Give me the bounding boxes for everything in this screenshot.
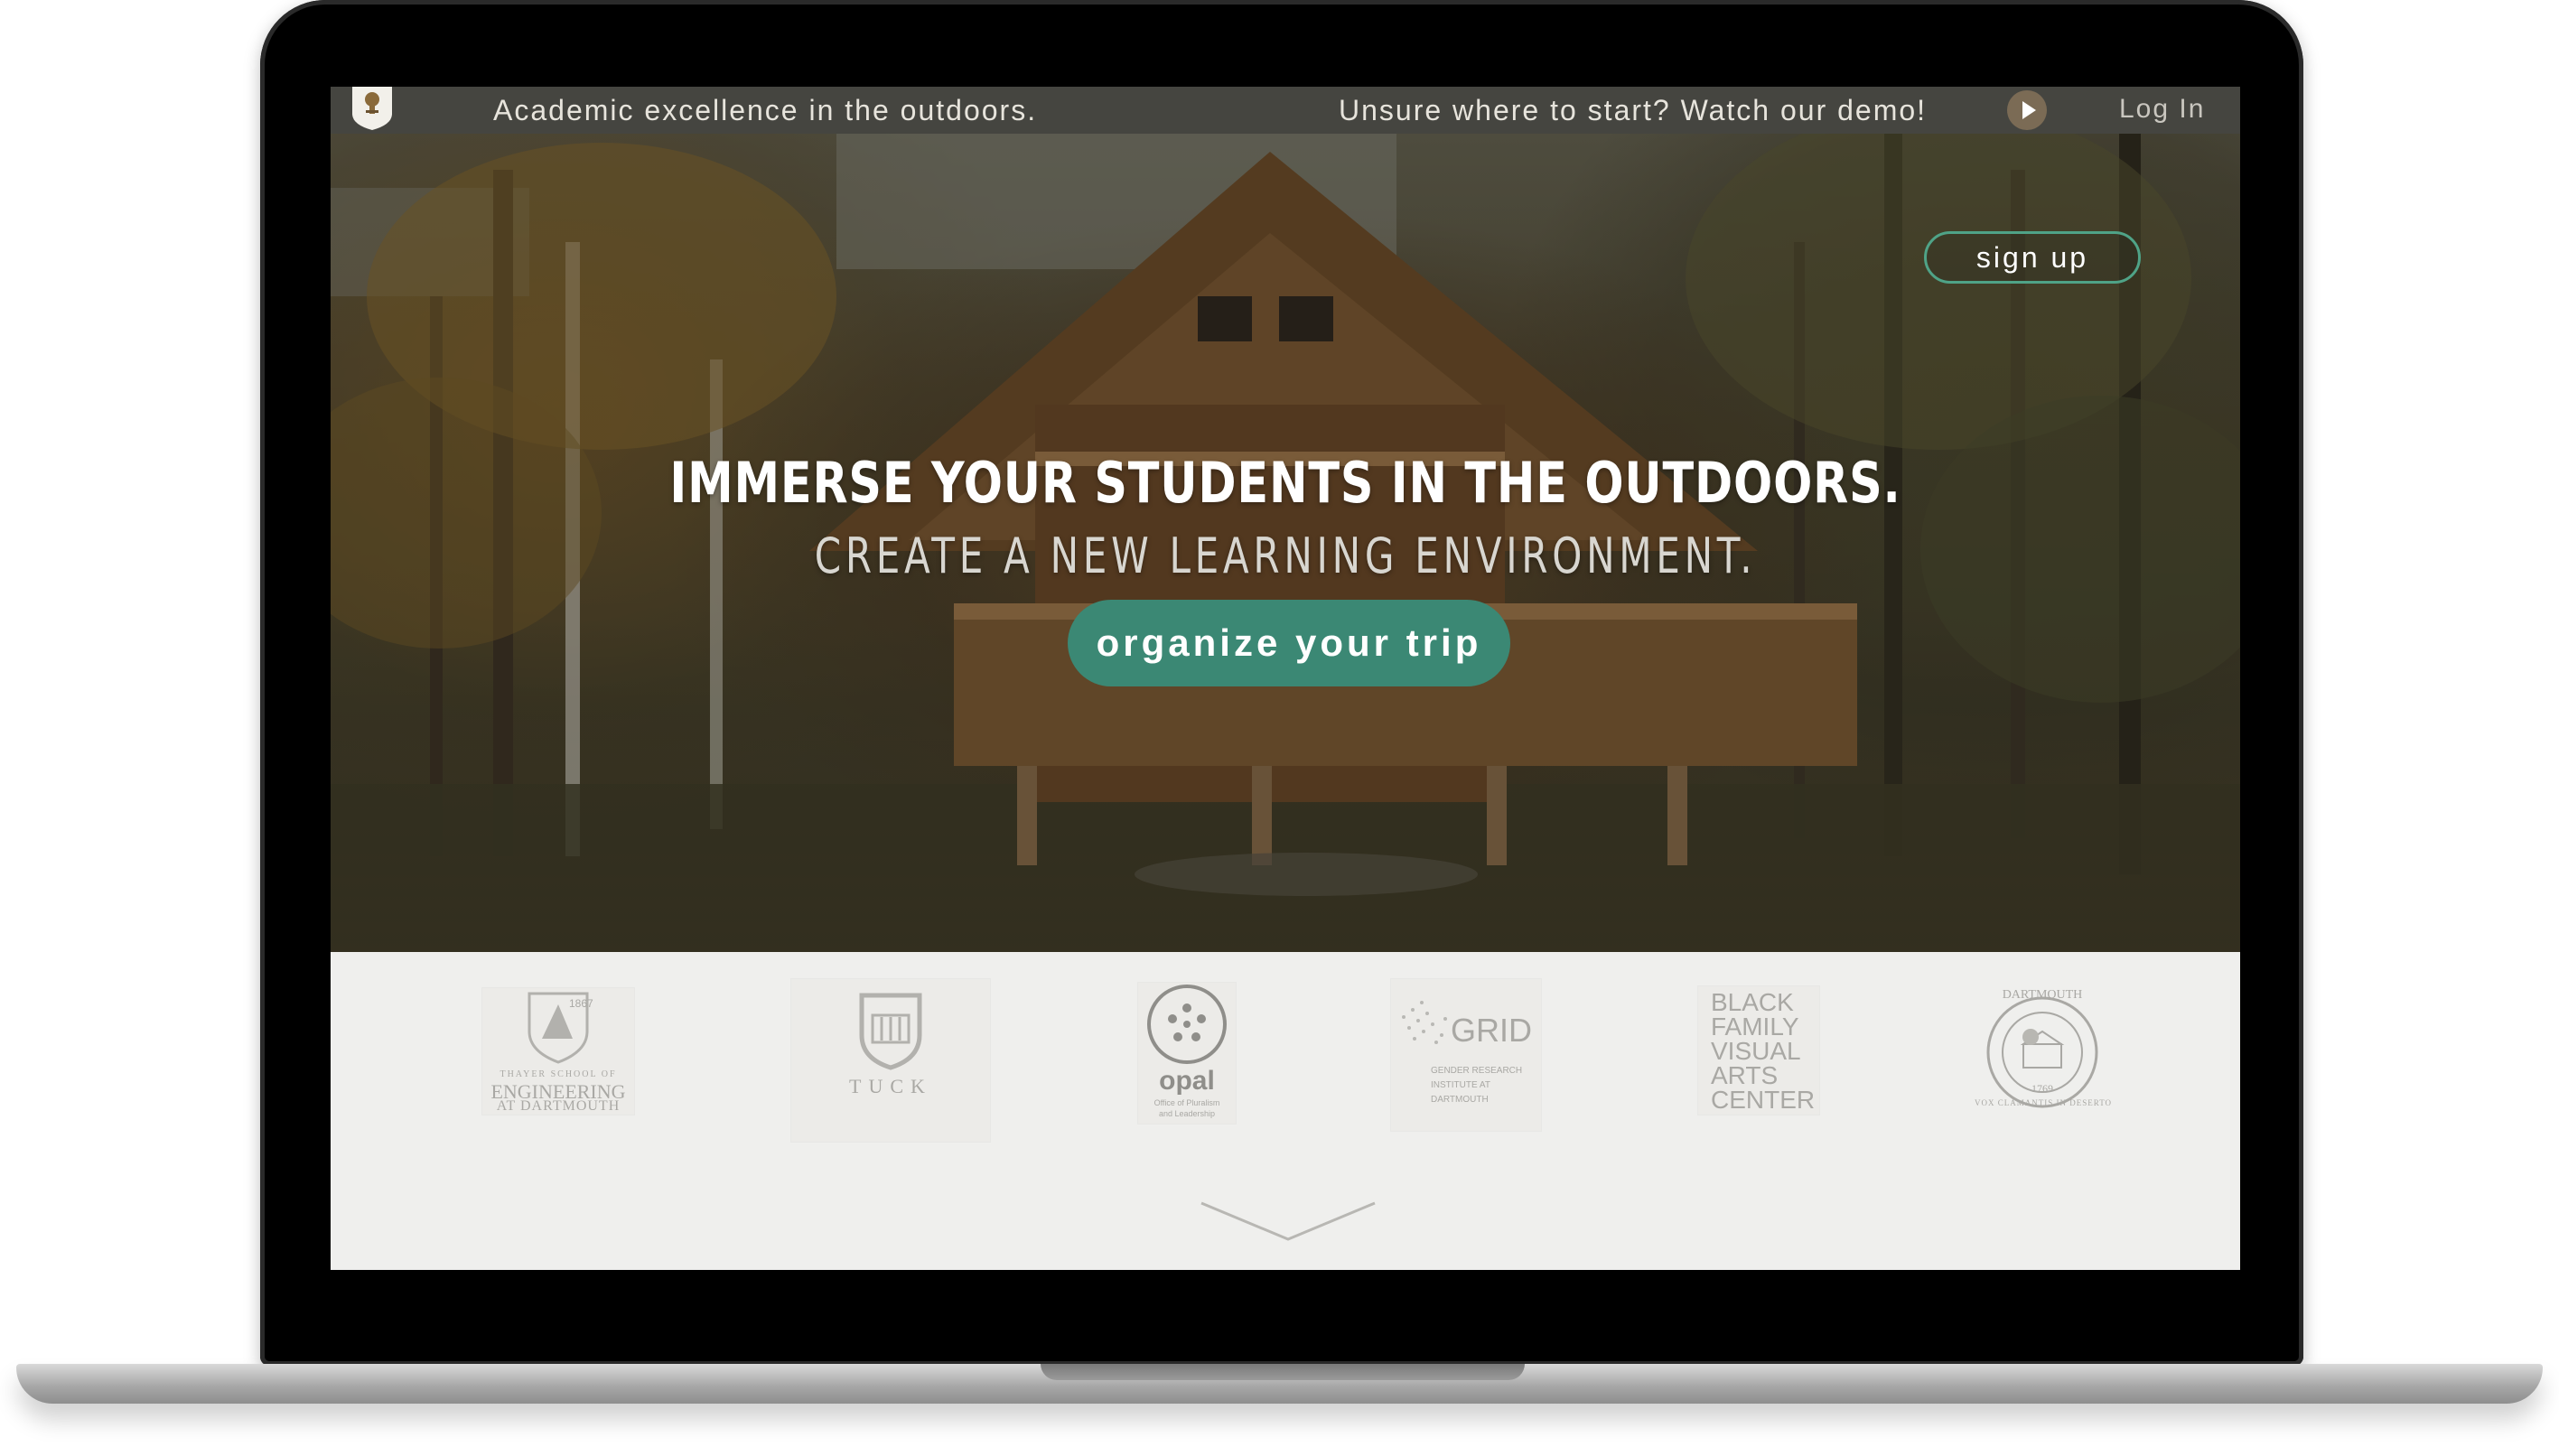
thayer-year: 1867: [569, 997, 593, 1010]
hero-headline: IMMERSE YOUR STUDENTS IN THE OUTDOORS.: [669, 450, 1901, 516]
dartmouth-motto: VOX CLAMANTIS IN DESERTO: [1975, 1098, 2113, 1107]
top-bar: Academic excellence in the outdoors. Uns…: [331, 87, 2240, 134]
opal-logo[interactable]: opal Office of Pluralism and Leadership: [1138, 983, 1236, 1124]
dartmouth-name: DARTMOUTH: [2002, 988, 2083, 1002]
opal-line-1: Office of Pluralism: [1153, 1098, 1220, 1107]
opal-name: opal: [1159, 1066, 1215, 1096]
hero-section: IMMERSE YOUR STUDENTS IN THE OUTDOORS. C…: [331, 134, 2240, 952]
grid-dots-icon: [1402, 1001, 1447, 1044]
thayer-logo[interactable]: 1867 THAYER SCHOOL OF ENGINEERING AT DAR…: [482, 988, 634, 1115]
organize-trip-button[interactable]: organize your trip: [1068, 600, 1510, 686]
watch-demo-link[interactable]: Unsure where to start? Watch our demo!: [1339, 94, 1927, 127]
tuck-logo[interactable]: TUCK: [791, 979, 990, 1142]
tagline: Academic excellence in the outdoors.: [493, 94, 1038, 126]
dartmouth-seal-logo[interactable]: DARTMOUTH VOX CLAMANTIS IN DESERTO 1769: [1975, 985, 2113, 1120]
grid-line-2: INSTITUTE AT: [1431, 1080, 1490, 1090]
play-icon[interactable]: [2007, 90, 2047, 130]
hero-subheadline: CREATE A NEW LEARNING ENVIRONMENT.: [814, 527, 1757, 584]
partner-logos-strip: 1867 THAYER SCHOOL OF ENGINEERING AT DAR…: [331, 952, 2240, 1270]
thayer-line-3: AT DARTMOUTH: [496, 1098, 621, 1114]
grid-name: GRID: [1451, 1012, 1532, 1049]
grid-line-1: GENDER RESEARCH: [1431, 1066, 1523, 1076]
laptop-notch: [1041, 1364, 1525, 1380]
chevron-down-icon[interactable]: [1200, 1201, 1377, 1243]
grid-line-3: DARTMOUTH: [1431, 1095, 1489, 1105]
screen: Academic excellence in the outdoors. Uns…: [331, 87, 2240, 1270]
thayer-line-1: THAYER SCHOOL OF: [500, 1069, 617, 1079]
grid-logo[interactable]: GRID GENDER RESEARCH INSTITUTE AT DARTMO…: [1391, 979, 1541, 1131]
login-link[interactable]: Log In: [2119, 94, 2205, 125]
dartmouth-year: 1769: [2031, 1082, 2053, 1095]
tuck-name: TUCK: [849, 1075, 932, 1097]
bfvac-line-5: CENTER: [1711, 1086, 1816, 1114]
black-family-arts-logo[interactable]: BLACK FAMILY VISUAL ARTS CENTER: [1698, 986, 1819, 1115]
opal-line-2: and Leadership: [1158, 1109, 1216, 1118]
tuck-shield-icon: [859, 993, 922, 1070]
shield-logo-icon[interactable]: [350, 87, 394, 130]
sign-up-button[interactable]: sign up: [1924, 231, 2141, 284]
